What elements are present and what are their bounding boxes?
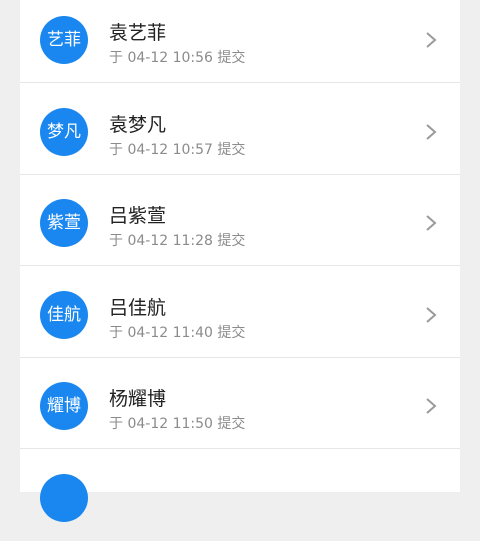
chevron-right-icon bbox=[426, 215, 437, 231]
submission-row[interactable]: 耀博 杨耀博 于 04-12 11:50 提交 bbox=[20, 358, 460, 449]
row-divider bbox=[20, 448, 460, 449]
submit-time: 于 04-12 11:28 提交 bbox=[109, 233, 246, 249]
student-name: 吕紫萱 bbox=[109, 205, 167, 227]
avatar bbox=[40, 474, 88, 522]
avatar: 耀博 bbox=[40, 382, 88, 430]
avatar: 佳航 bbox=[40, 291, 88, 339]
submission-row[interactable]: 紫萱 吕紫萱 于 04-12 11:28 提交 bbox=[20, 175, 460, 266]
row-divider bbox=[20, 265, 460, 266]
chevron-right-icon bbox=[426, 124, 437, 140]
student-name: 吕佳航 bbox=[109, 297, 167, 319]
chevron-right-icon bbox=[426, 398, 437, 414]
chevron-right-icon bbox=[426, 307, 437, 323]
submission-row[interactable]: 艺菲 袁艺菲 于 04-12 10:56 提交 bbox=[20, 0, 460, 83]
avatar: 梦凡 bbox=[40, 108, 88, 156]
submit-time: 于 04-12 11:50 提交 bbox=[109, 416, 246, 432]
avatar: 紫萱 bbox=[40, 199, 88, 247]
submit-time: 于 04-12 10:56 提交 bbox=[109, 50, 246, 66]
submission-row[interactable]: 佳航 吕佳航 于 04-12 11:40 提交 bbox=[20, 267, 460, 358]
submit-time: 于 04-12 10:57 提交 bbox=[109, 142, 246, 158]
avatar: 艺菲 bbox=[40, 16, 88, 64]
student-name: 袁梦凡 bbox=[109, 114, 167, 136]
submission-row-partial[interactable] bbox=[20, 450, 460, 541]
submit-time: 于 04-12 11:40 提交 bbox=[109, 325, 246, 341]
student-name: 袁艺菲 bbox=[109, 22, 167, 44]
chevron-right-icon bbox=[426, 32, 437, 48]
student-name: 杨耀博 bbox=[109, 388, 167, 410]
submission-row[interactable]: 梦凡 袁梦凡 于 04-12 10:57 提交 bbox=[20, 84, 460, 175]
row-divider bbox=[20, 82, 460, 83]
submission-list: 艺菲 袁艺菲 于 04-12 10:56 提交 梦凡 袁梦凡 于 04-12 1… bbox=[20, 0, 460, 522]
